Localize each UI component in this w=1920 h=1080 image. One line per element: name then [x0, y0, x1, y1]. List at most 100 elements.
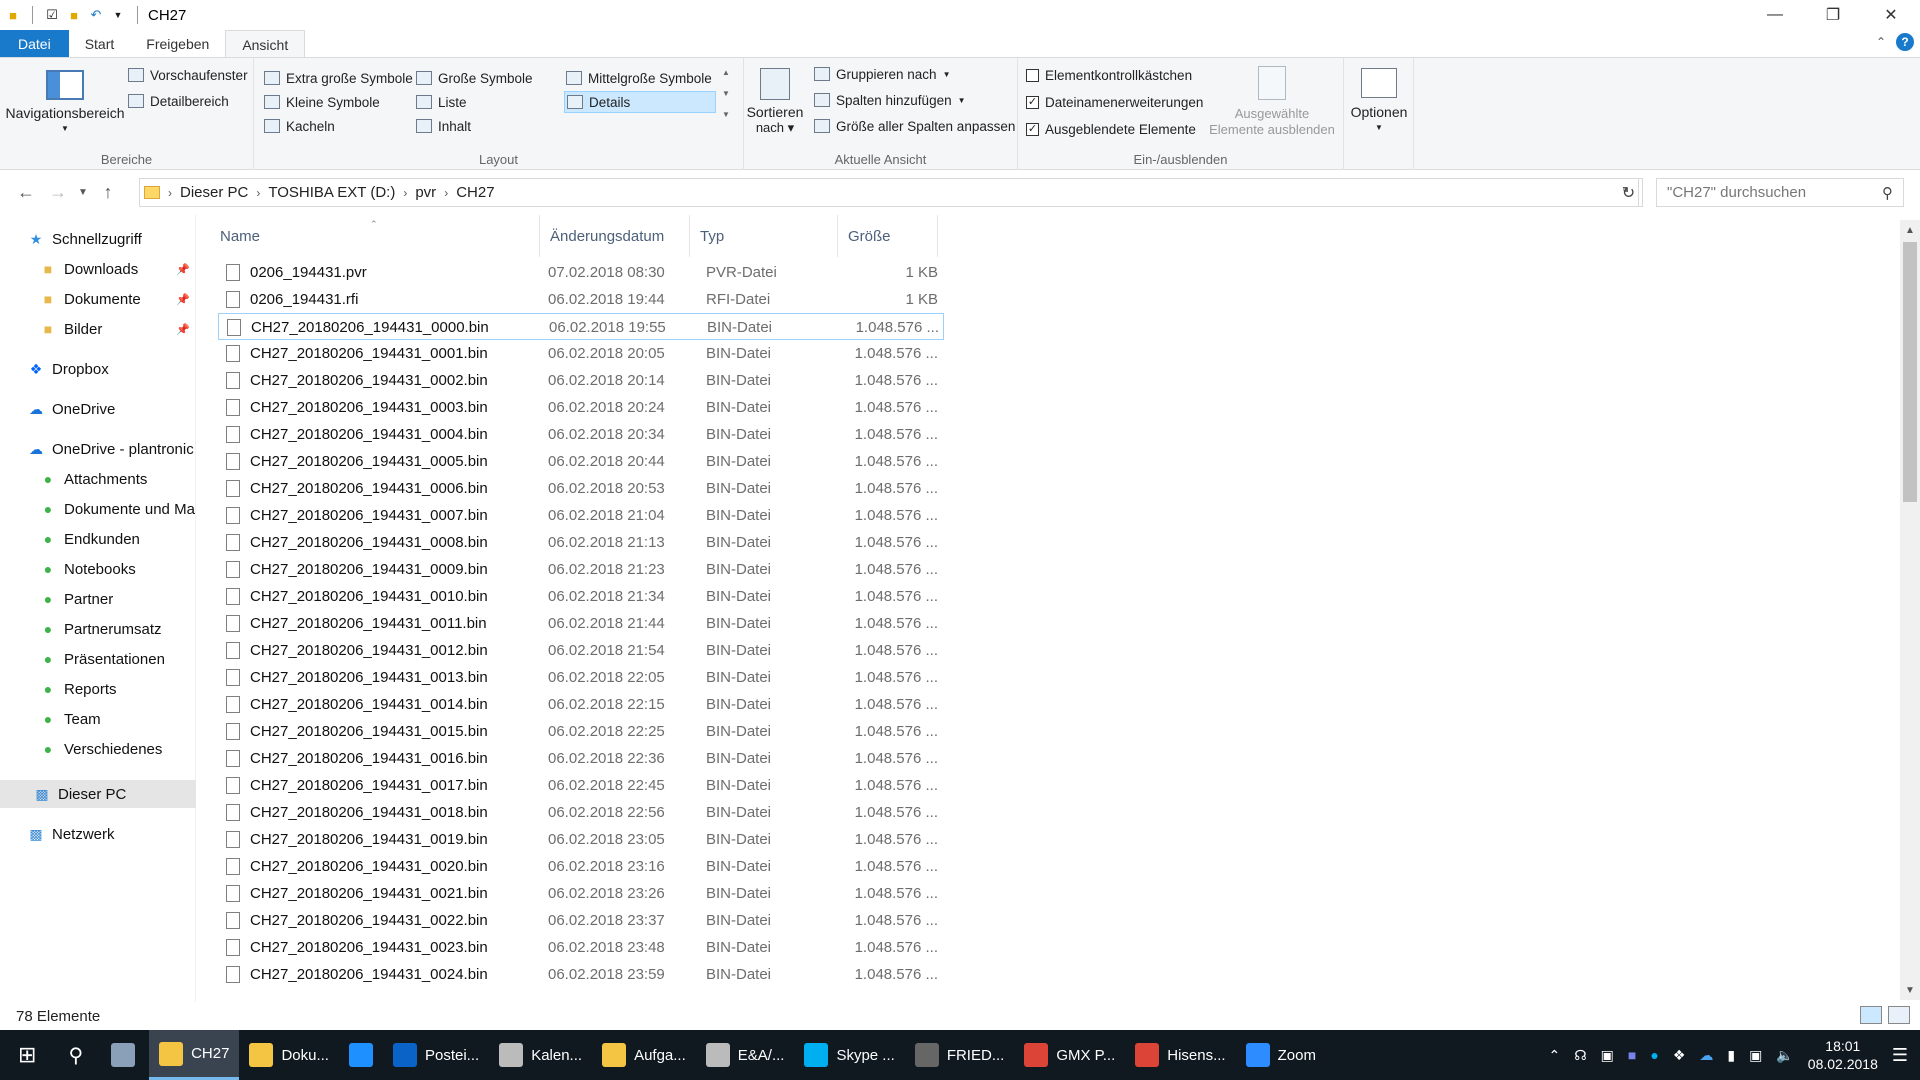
table-row[interactable]: CH27_20180206_194431_0009.bin 06.02.2018 … [218, 556, 944, 583]
layout-medium-icons[interactable]: Mittelgroße Symbole [566, 67, 712, 89]
table-row[interactable]: CH27_20180206_194431_0003.bin 06.02.2018 … [218, 394, 944, 421]
network-icon[interactable]: ▣ [1749, 1047, 1762, 1064]
tab-datei[interactable]: Datei [0, 30, 69, 57]
table-row[interactable]: 0206_194431.pvr 07.02.2018 08:30 PVR-Datei… [218, 259, 944, 286]
sidebar-item-netzwerk[interactable]: ▩ Netzwerk [0, 820, 196, 848]
crumb-ch27[interactable]: CH27 [456, 184, 494, 201]
layout-tiles[interactable]: Kacheln [264, 115, 335, 137]
crumb-toshiba[interactable]: TOSHIBA EXT (D:) [268, 184, 395, 201]
recent-locations-button[interactable]: ▼ [76, 179, 90, 207]
table-row[interactable]: CH27_20180206_194431_0007.bin 06.02.2018 … [218, 502, 944, 529]
taskbar-item[interactable]: Skype ... [794, 1030, 904, 1080]
onedrive-tray-icon[interactable]: ☁ [1699, 1047, 1713, 1064]
table-row[interactable]: CH27_20180206_194431_0020.bin 06.02.2018 … [218, 853, 944, 880]
table-row[interactable]: CH27_20180206_194431_0010.bin 06.02.2018 … [218, 583, 944, 610]
table-row[interactable]: CH27_20180206_194431_0015.bin 06.02.2018 … [218, 718, 944, 745]
show-hidden-icons-icon[interactable]: ⌃ [1548, 1047, 1560, 1064]
column-header-size[interactable]: Größe [838, 215, 938, 257]
sidebar-item-attachments[interactable]: ● Attachments [0, 465, 196, 493]
vertical-scrollbar[interactable]: ▲ ▼ [1900, 220, 1920, 1000]
headset-icon[interactable]: ☊ [1574, 1047, 1586, 1064]
pin-icon[interactable]: 📌 [176, 263, 190, 276]
table-row[interactable]: CH27_20180206_194431_0000.bin 06.02.2018 … [218, 313, 944, 340]
taskbar-item[interactable]: E&A/... [696, 1030, 795, 1080]
crumb-dieser-pc[interactable]: Dieser PC [180, 184, 248, 201]
table-row[interactable]: CH27_20180206_194431_0002.bin 06.02.2018 … [218, 367, 944, 394]
sidebar-item-endkunden[interactable]: ● Endkunden [0, 525, 196, 553]
taskbar-item[interactable]: Zoom [1236, 1030, 1326, 1080]
table-row[interactable]: CH27_20180206_194431_0011.bin 06.02.2018 … [218, 610, 944, 637]
table-row[interactable]: CH27_20180206_194431_0019.bin 06.02.2018 … [218, 826, 944, 853]
taskbar-item[interactable]: Doku... [239, 1030, 339, 1080]
spalten-hinzufuegen-button[interactable]: Spalten hinzufügen ▼ [814, 89, 966, 111]
column-header-name[interactable]: Name ⌃ [210, 215, 540, 257]
sidebar-item-verschiedenes[interactable]: ● Verschiedenes [0, 735, 196, 763]
sortieren-button[interactable]: Sortieren nach ▾ [747, 68, 803, 136]
scroll-up-arrow[interactable]: ▲ [1900, 220, 1920, 240]
search-input[interactable]: "CH27" durchsuchen ⚲ [1656, 178, 1904, 207]
tab-ansicht[interactable]: Ansicht [225, 30, 306, 58]
taskbar-item[interactable]: FRIED... [905, 1030, 1015, 1080]
taskbar-item[interactable]: Aufga... [592, 1030, 696, 1080]
pin-icon[interactable]: 📌 [176, 293, 190, 306]
sidebar-item-partner[interactable]: ● Partner [0, 585, 196, 613]
table-row[interactable]: CH27_20180206_194431_0013.bin 06.02.2018 … [218, 664, 944, 691]
layout-large-icons[interactable]: Große Symbole [416, 67, 533, 89]
elementkontrollkaestchen-checkbox[interactable]: Elementkontrollkästchen [1026, 64, 1192, 86]
chevron-right-icon[interactable]: › [444, 186, 448, 200]
collapse-ribbon-icon[interactable]: ⌃ [1876, 35, 1886, 49]
breadcrumb[interactable]: › Dieser PC › TOSHIBA EXT (D:) › pvr › C… [139, 178, 1639, 207]
notifications-icon[interactable]: ☰ [1892, 1045, 1908, 1066]
chevron-right-icon[interactable]: › [403, 186, 407, 200]
large-icons-view-button[interactable] [1888, 1006, 1910, 1024]
back-button[interactable]: ← [12, 179, 40, 207]
table-row[interactable]: CH27_20180206_194431_0012.bin 06.02.2018 … [218, 637, 944, 664]
skype-tray-icon[interactable]: ● [1650, 1047, 1658, 1063]
sidebar-item-dieser-pc[interactable]: ▩ Dieser PC [0, 780, 196, 808]
volume-icon[interactable]: 🔈 [1776, 1047, 1793, 1064]
pin-icon[interactable]: 📌 [176, 323, 190, 336]
sidebar-item-team[interactable]: ● Team [0, 705, 196, 733]
table-row[interactable]: CH27_20180206_194431_0006.bin 06.02.2018 … [218, 475, 944, 502]
scroll-down-icon[interactable]: ▼ [722, 89, 730, 98]
sidebar-item-notebooks[interactable]: ● Notebooks [0, 555, 196, 583]
layout-extra-large-icons[interactable]: Extra große Symbole [264, 67, 413, 89]
chevron-right-icon[interactable]: › [168, 186, 172, 200]
up-button[interactable]: ↑ [94, 179, 122, 207]
layout-details[interactable]: Details [564, 91, 716, 113]
dateinamenerweiterungen-checkbox[interactable]: ✓ Dateinamenerweiterungen [1026, 91, 1203, 113]
undo-icon[interactable]: ↶ [87, 6, 105, 24]
spaltengroesse-button[interactable]: Größe aller Spalten anpassen [814, 115, 1015, 137]
table-row[interactable]: CH27_20180206_194431_0016.bin 06.02.2018 … [218, 745, 944, 772]
minimize-button[interactable]: — [1746, 0, 1804, 30]
sidebar-item-dokumente[interactable]: ■ Dokumente 📌 [0, 285, 196, 313]
chevron-down-icon[interactable]: ▼ [109, 6, 127, 24]
gruppieren-button[interactable]: Gruppieren nach ▼ [814, 63, 951, 85]
start-button[interactable]: ⊞ [0, 1030, 54, 1080]
help-icon[interactable]: ? [1896, 33, 1914, 51]
sidebar-item-partnerumsatz[interactable]: ● Partnerumsatz [0, 615, 196, 643]
layout-small-icons[interactable]: Kleine Symbole [264, 91, 380, 113]
sidebar-item-reports[interactable]: ● Reports [0, 675, 196, 703]
sidebar-item-schnellzugriff[interactable]: ★ Schnellzugriff [0, 225, 196, 253]
taskbar-item[interactable]: CH27 [149, 1030, 240, 1080]
taskbar-item[interactable]: Postei... [383, 1030, 489, 1080]
column-header-type[interactable]: Typ [690, 215, 838, 257]
vorschaufenster-button[interactable]: Vorschaufenster [128, 64, 248, 86]
battery-icon[interactable]: ▮ [1727, 1047, 1735, 1064]
forward-button[interactable]: → [44, 179, 72, 207]
task-view-button[interactable] [97, 1030, 149, 1080]
sidebar-item-dropbox[interactable]: ❖ Dropbox [0, 355, 196, 383]
clock[interactable]: 18:01 08.02.2018 [1808, 1037, 1878, 1073]
close-button[interactable]: ✕ [1862, 0, 1920, 30]
ausgeblendete-elemente-checkbox[interactable]: ✓ Ausgeblendete Elemente [1026, 118, 1196, 140]
taskbar-item[interactable]: Kalen... [489, 1030, 592, 1080]
table-row[interactable]: CH27_20180206_194431_0022.bin 06.02.2018 … [218, 907, 944, 934]
table-row[interactable]: CH27_20180206_194431_0021.bin 06.02.2018 … [218, 880, 944, 907]
table-row[interactable]: CH27_20180206_194431_0014.bin 06.02.2018 … [218, 691, 944, 718]
taskbar-item[interactable]: Hisens... [1125, 1030, 1235, 1080]
table-row[interactable]: CH27_20180206_194431_0024.bin 06.02.2018 … [218, 961, 944, 988]
table-row[interactable]: CH27_20180206_194431_0017.bin 06.02.2018 … [218, 772, 944, 799]
tab-start[interactable]: Start [69, 30, 131, 57]
layout-content[interactable]: Inhalt [416, 115, 471, 137]
